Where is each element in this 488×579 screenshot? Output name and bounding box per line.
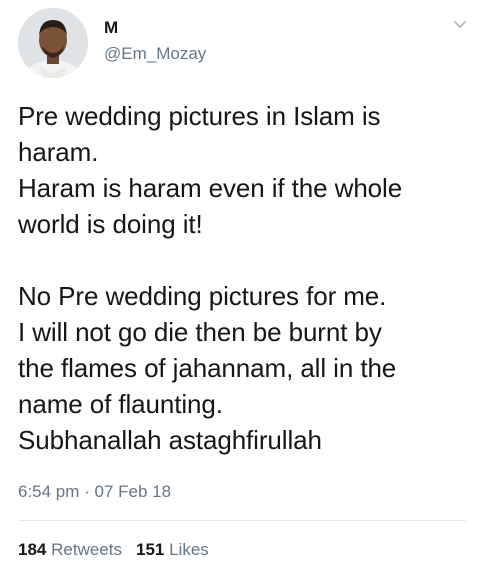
tweet-text-line: name of flaunting. — [18, 389, 223, 419]
engagement-stats: 184 Retweets 151 Likes — [18, 540, 209, 560]
username-handle[interactable]: @Em_Mozay — [104, 44, 206, 64]
retweets-count: 184 — [18, 540, 47, 559]
likes-stat[interactable]: 151 Likes — [136, 540, 209, 559]
tweet-text-line: I will not go die then be burnt by — [18, 317, 382, 347]
avatar-photo-icon — [18, 8, 88, 78]
likes-count: 151 — [135, 540, 165, 559]
divider — [18, 520, 466, 521]
tweet-text-line: No Pre wedding pictures for me. — [18, 281, 387, 311]
tweet-text-line: Haram is haram even if the whole — [18, 173, 403, 203]
display-name[interactable]: M — [104, 18, 118, 38]
tweet-text-line: the flames of jahannam, all in the — [18, 353, 397, 383]
avatar[interactable] — [18, 8, 88, 78]
tweet-text-line: Pre wedding pictures in Islam is — [18, 101, 381, 131]
tweet-text-line: world is doing it! — [18, 209, 203, 239]
retweets-label: Retweets — [51, 540, 122, 559]
tweet-text-line: Subhanallah astaghfirullah — [18, 425, 322, 455]
tweet-card: M @Em_Mozay Pre wedding pictures in Isla… — [0, 0, 488, 579]
chevron-down-icon[interactable] — [452, 16, 468, 32]
tweet-text-line: haram. — [18, 137, 99, 167]
retweets-stat[interactable]: 184 Retweets — [18, 540, 122, 559]
tweet-text: Pre wedding pictures in Islam is haram. … — [18, 98, 473, 458]
likes-label: Likes — [169, 540, 209, 559]
tweet-timestamp[interactable]: 6:54 pm · 07 Feb 18 — [18, 482, 171, 502]
